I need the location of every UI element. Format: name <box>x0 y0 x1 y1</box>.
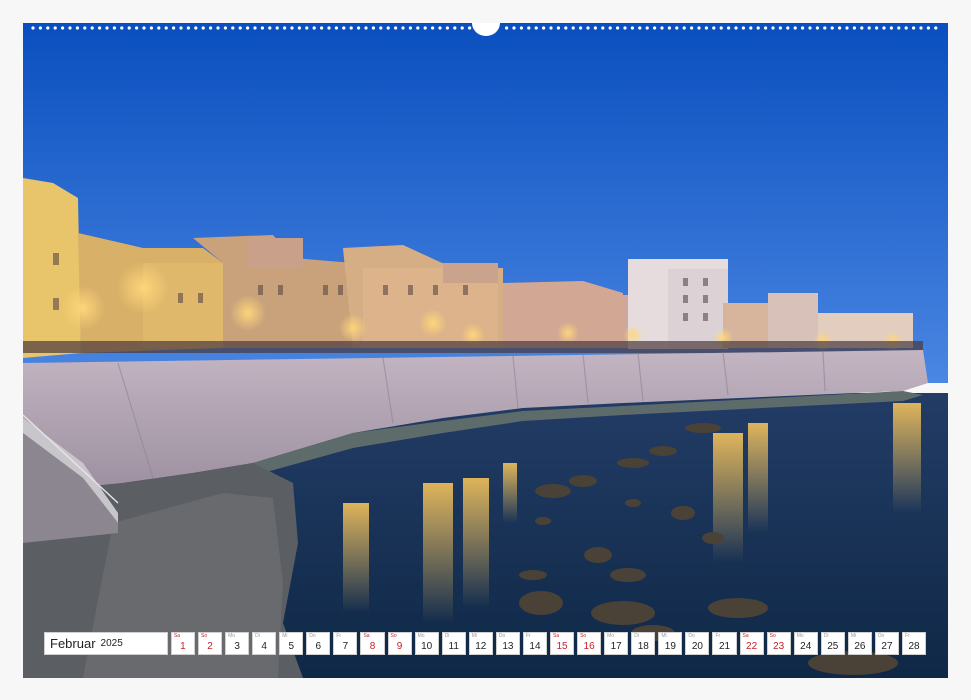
day-number: 26 <box>854 641 866 652</box>
day-cell: Fr 14 <box>522 632 547 655</box>
day-cell: So 23 <box>766 632 791 655</box>
day-number: 12 <box>475 641 487 652</box>
day-cell: Mi 26 <box>847 632 872 655</box>
day-cell: Do 6 <box>306 632 331 655</box>
day-cell: Mi 12 <box>468 632 493 655</box>
weekday-label: So <box>390 633 397 639</box>
weekday-label: Mo <box>796 633 804 639</box>
weekday-label: Fr <box>905 633 910 639</box>
weekday-label: So <box>769 633 776 639</box>
weekday-label: Mi <box>471 633 478 639</box>
day-cell: Do 27 <box>874 632 900 655</box>
day-number: 23 <box>773 641 785 652</box>
weekday-label: Fr <box>525 633 531 639</box>
day-number: 22 <box>746 641 758 652</box>
day-number: 6 <box>315 641 322 652</box>
calendar-page: Februar 2025 Sa 1 So 2 Mo 3 Di 4 Mi 5 Do 6 Fr 7 Sa 8 So 9… <box>0 0 971 700</box>
weekday-label: Fr <box>336 633 342 639</box>
day-cell: Mi 19 <box>658 632 683 655</box>
day-number: 7 <box>342 641 349 652</box>
weekday-label: So <box>200 633 208 639</box>
day-number: 15 <box>556 641 568 652</box>
weekday-label: Di <box>634 633 639 639</box>
day-number: 11 <box>448 641 459 652</box>
month-name: Februar <box>50 636 96 651</box>
weekday-label: Mi <box>661 633 667 639</box>
day-number: 28 <box>908 641 920 652</box>
day-cell: Di 11 <box>441 632 466 655</box>
day-cell: Fr 21 <box>712 632 737 655</box>
photo-syracuse-waterfront <box>23 23 948 678</box>
weekday-label: Mo <box>417 633 425 639</box>
day-number: 19 <box>664 641 676 652</box>
day-cell: Di 4 <box>252 632 277 655</box>
day-cell: Sa 1 <box>170 632 195 655</box>
weekday-label: Sa <box>173 633 181 639</box>
day-cell: So 16 <box>577 632 602 655</box>
day-number: 10 <box>421 641 433 652</box>
weekday-label: Mi <box>282 633 288 639</box>
day-cell: Fr 28 <box>902 632 927 655</box>
weekday-label: Do <box>309 633 316 639</box>
weekday-label: Do <box>877 633 885 639</box>
weekday-label: Di <box>823 633 829 639</box>
weekday-label: Mo <box>607 633 615 639</box>
day-cell: Mo 24 <box>793 632 818 655</box>
day-number: 21 <box>718 641 731 652</box>
photo-illustration <box>23 23 948 678</box>
month-label: Februar 2025 <box>44 632 168 655</box>
weekday-label: Do <box>688 633 695 639</box>
day-cell: Sa 22 <box>739 632 764 655</box>
calendar-strip: Februar 2025 Sa 1 So 2 Mo 3 Di 4 Mi 5 Do 6 Fr 7 Sa 8 So 9… <box>44 632 927 655</box>
day-number: 16 <box>583 641 595 652</box>
day-cell: Fr 7 <box>333 632 358 655</box>
day-cell: Mi 5 <box>279 632 304 655</box>
day-number: 17 <box>610 641 622 652</box>
day-number: 18 <box>637 641 649 652</box>
day-cell: So 2 <box>197 632 223 655</box>
hanger-notch <box>472 23 500 36</box>
day-cell: Sa 15 <box>550 632 575 655</box>
day-number: 14 <box>529 641 541 652</box>
day-number: 13 <box>502 641 514 652</box>
day-number: 5 <box>288 641 295 652</box>
day-cell: Di 18 <box>631 632 656 655</box>
day-number: 24 <box>800 641 812 652</box>
weekday-label: Sa <box>553 633 560 639</box>
day-number: 1 <box>180 641 186 652</box>
day-number: 9 <box>396 641 403 652</box>
day-number: 20 <box>691 641 703 652</box>
weekday-label: Di <box>444 633 450 639</box>
weekday-label: Sa <box>363 633 370 639</box>
day-number: 8 <box>369 641 376 652</box>
railing <box>23 341 923 353</box>
day-cell: Sa 8 <box>360 632 385 655</box>
weekday-label: Do <box>498 633 506 639</box>
day-cell: So 9 <box>387 632 412 655</box>
day-number: 4 <box>261 641 267 652</box>
day-number: 25 <box>827 641 839 652</box>
day-number: 27 <box>881 641 893 652</box>
day-cell: Mo 17 <box>604 632 629 655</box>
day-cell: Do 20 <box>685 632 710 655</box>
day-number: 2 <box>207 641 213 652</box>
weekday-label: Fr <box>715 633 721 639</box>
day-cell: Mo 3 <box>225 632 250 655</box>
weekday-label: Mi <box>850 633 857 639</box>
weekday-label: Sa <box>742 633 749 639</box>
day-cell: Di 25 <box>820 632 845 655</box>
weekday-label: So <box>580 633 587 639</box>
weekday-label: Mo <box>228 633 236 639</box>
month-year: 2025 <box>100 638 123 649</box>
weekday-label: Di <box>255 633 260 639</box>
day-number: 3 <box>234 641 240 652</box>
day-cell: Mo 10 <box>414 632 439 655</box>
day-cell: Do 13 <box>495 632 520 655</box>
